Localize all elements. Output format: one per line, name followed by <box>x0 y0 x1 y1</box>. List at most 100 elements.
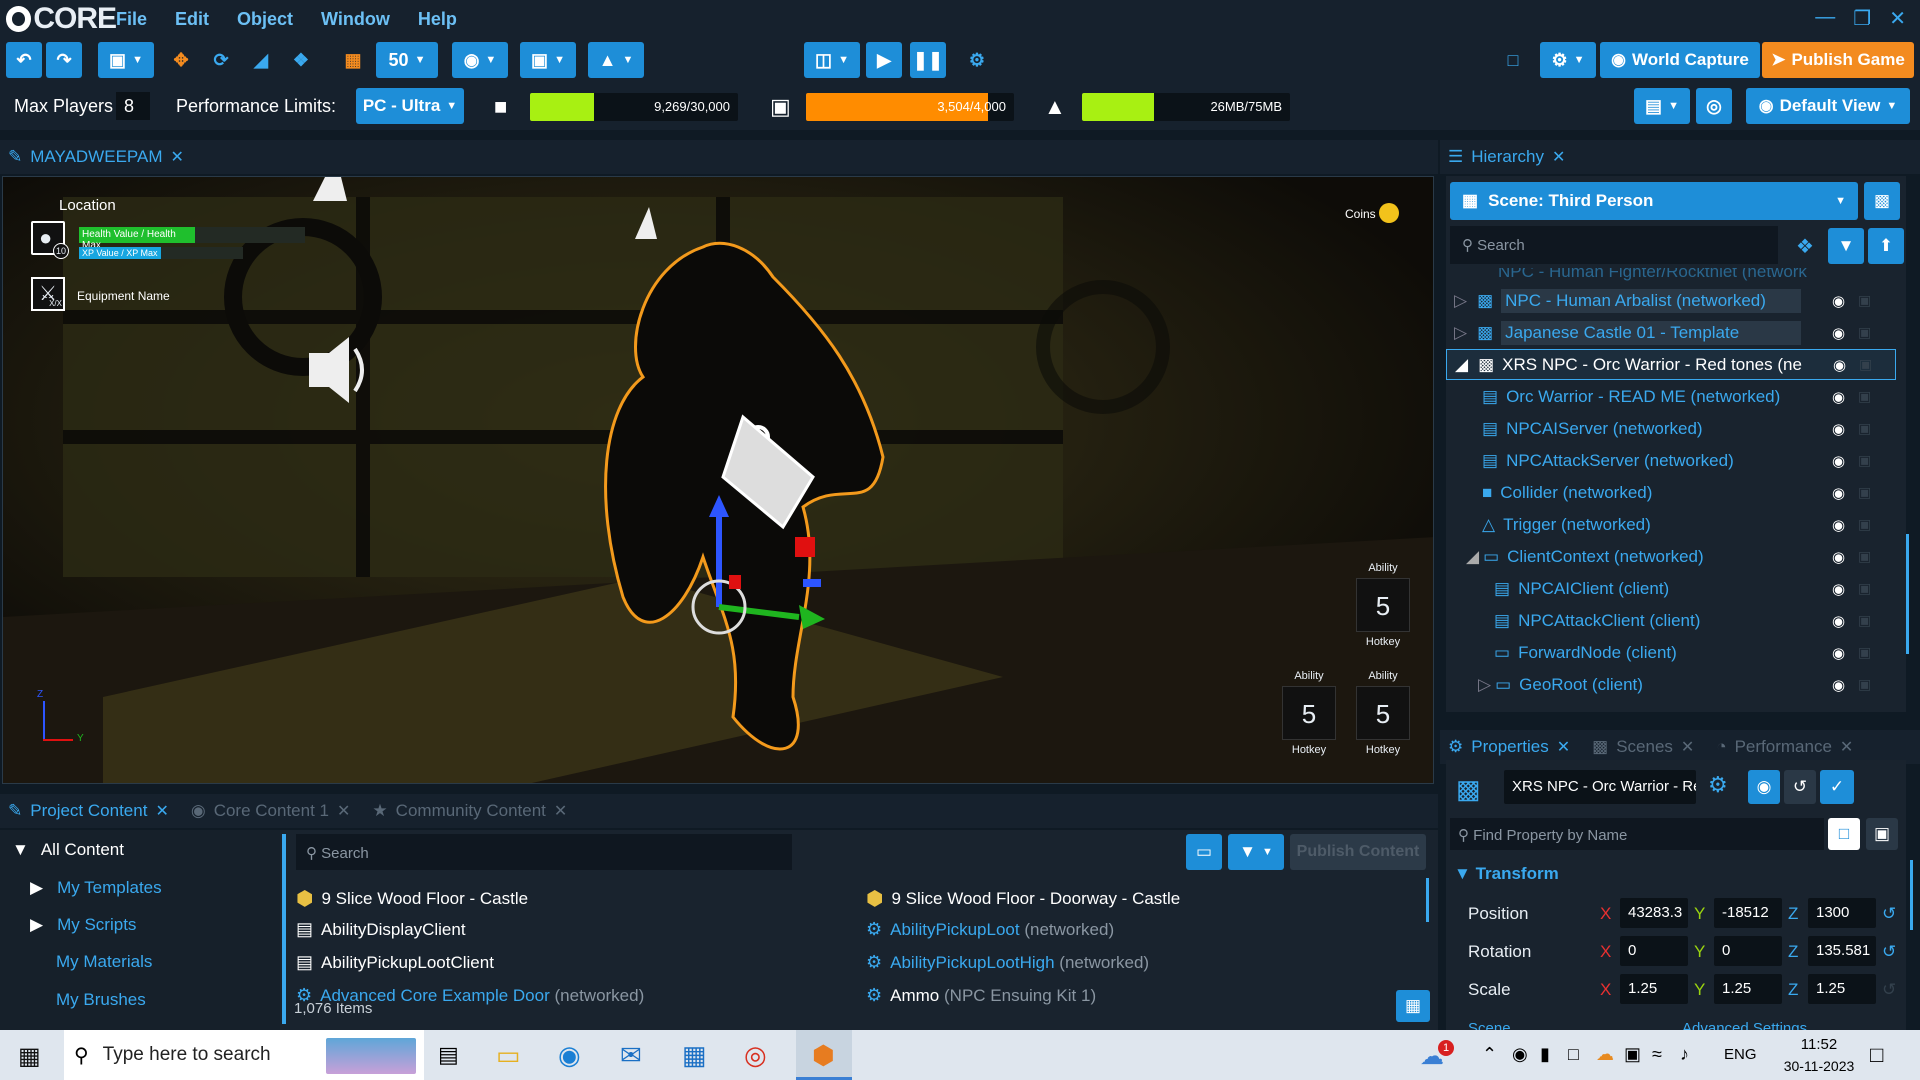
tray-battery-icon[interactable]: ▮ <box>1540 1044 1550 1065</box>
grid-view-button[interactable]: ▦ <box>1396 990 1430 1022</box>
tab-scenes[interactable]: ▩ Scenes ✕ <box>1592 737 1694 757</box>
move-tool-button[interactable]: ✥ <box>164 42 198 78</box>
reset-icon[interactable]: ↺ <box>1882 942 1896 962</box>
visibility-icon[interactable]: ◉ <box>1832 676 1845 694</box>
add-object-icon[interactable]: ❖ <box>1796 234 1814 259</box>
tree-item-my-materials[interactable]: My Materials <box>56 952 152 972</box>
publish-game-button[interactable]: ➤ Publish Game <box>1762 42 1914 78</box>
tree-row[interactable]: ▤ Orc Warrior - READ ME (networked) ◉ ▣ <box>1446 381 1896 412</box>
game-settings-dropdown[interactable]: ⚙ ▼ <box>1540 42 1596 78</box>
restore-icon[interactable]: ❐ <box>1853 6 1871 31</box>
close-tab-icon[interactable]: ✕ <box>1552 147 1565 167</box>
paste-button[interactable]: ▣ <box>1866 818 1898 850</box>
store-icon[interactable]: ▦ <box>682 1040 707 1071</box>
scene-selector-dropdown[interactable]: ▦ Scene: Third Person ▼ <box>1450 182 1858 220</box>
default-view-dropdown[interactable]: ◉ Default View ▼ <box>1746 88 1910 124</box>
selection-mode-button[interactable]: ▣ ▼ <box>98 42 154 78</box>
visibility-icon[interactable]: ◉ <box>1832 516 1845 534</box>
tab-scene-view[interactable]: ✎ MAYADWEEPAM ✕ <box>8 147 184 167</box>
clock-date[interactable]: 30-11-2023 <box>1766 1058 1872 1074</box>
clock-time[interactable]: 11:52 <box>1784 1036 1854 1053</box>
tab-community-content[interactable]: ★ Community Content ✕ <box>372 801 567 821</box>
lock-icon[interactable]: ▣ <box>1858 484 1871 501</box>
hierarchy-search-input[interactable]: ⚲ Search <box>1450 226 1778 264</box>
content-item[interactable]: ⬢ 9 Slice Wood Floor - Doorway - Castle <box>866 886 1180 911</box>
lock-icon[interactable]: ▣ <box>1858 644 1871 661</box>
mail-icon[interactable]: ✉ <box>620 1040 642 1071</box>
tree-row[interactable]: ▭ ForwardNode (client) ◉ ▣ <box>1446 637 1896 668</box>
content-item[interactable]: ⚙ AbilityPickupLootHigh (networked) <box>866 952 1149 973</box>
reset-icon[interactable]: ↺ <box>1882 904 1896 924</box>
hierarchy-scrollbar[interactable] <box>1906 534 1909 654</box>
world-space-dropdown[interactable]: ◉ ▼ <box>452 42 508 78</box>
find-property-input[interactable]: ⚲ Find Property by Name <box>1450 818 1824 850</box>
close-icon[interactable]: ✕ <box>1889 6 1906 31</box>
lock-icon[interactable]: ▣ <box>1858 420 1871 437</box>
language-indicator[interactable]: ENG <box>1724 1046 1757 1063</box>
tree-row[interactable]: ▷ ▩ Japanese Castle 01 - Template ◉ ▣ <box>1446 317 1896 348</box>
content-item[interactable]: ▤ AbilityDisplayClient <box>296 919 466 940</box>
tab-performance[interactable]: ◔ Performance ✕ <box>1716 737 1853 757</box>
scale-y-field[interactable]: 1.25 <box>1714 974 1782 1004</box>
networked-icon[interactable]: ⚙ <box>1708 772 1728 798</box>
visibility-icon[interactable]: ◉ <box>1832 644 1845 662</box>
notification-center-icon[interactable]: □ <box>1870 1042 1883 1068</box>
preview-mode-dropdown[interactable]: ◫ ▼ <box>804 42 860 78</box>
tree-row[interactable]: △ Trigger (networked) ◉ ▣ <box>1446 509 1896 540</box>
content-item[interactable]: ⚙ Ammo (NPC Ensuing Kit 1) <box>866 985 1096 1006</box>
pause-button[interactable]: ❚❚ <box>910 42 946 78</box>
scene-viewport[interactable]: Location ● 10 Health Value / Health Max … <box>2 176 1434 784</box>
tab-core-content[interactable]: ◉ Core Content 1 ✕ <box>191 801 351 821</box>
core-taskbar-button[interactable]: ⬢ <box>796 1030 852 1080</box>
grid-size-dropdown[interactable]: 50 ▼ <box>376 42 438 78</box>
visibility-icon[interactable]: ◉ <box>1832 420 1845 438</box>
edge-icon[interactable]: ◉ <box>558 1040 581 1071</box>
scale-tool-button[interactable]: ◢ <box>244 42 278 78</box>
lock-icon[interactable]: ▣ <box>1858 580 1871 597</box>
expand-arrow-icon[interactable]: ▷ <box>1454 323 1467 343</box>
close-tab-icon[interactable]: ✕ <box>155 801 168 821</box>
close-tab-icon[interactable]: ✕ <box>1840 737 1853 757</box>
tray-device-icon[interactable]: □ <box>1568 1044 1579 1065</box>
show-hidden-icons[interactable]: ⌃ <box>1482 1044 1497 1065</box>
grid-toggle-button[interactable]: ▦ <box>336 42 370 78</box>
visibility-icon[interactable]: ◉ <box>1832 612 1845 630</box>
redo-button[interactable]: ↷ <box>46 42 82 78</box>
tree-splitter[interactable] <box>282 834 286 1024</box>
screenshot-button[interactable]: □ <box>1496 42 1530 78</box>
properties-scrollbar[interactable] <box>1910 860 1913 930</box>
tray-display-icon[interactable]: ▣ <box>1624 1044 1641 1065</box>
terrain-dropdown[interactable]: ▲ ▼ <box>588 42 644 78</box>
lock-icon[interactable]: ▣ <box>1858 612 1871 629</box>
tray-antivirus-icon[interactable]: ◉ <box>1512 1044 1528 1065</box>
volume-icon[interactable]: ♪ <box>1680 1044 1689 1065</box>
wifi-icon[interactable]: ≈ <box>1652 1044 1662 1065</box>
content-scrollbar[interactable] <box>1426 878 1429 922</box>
world-capture-button[interactable]: ◉ World Capture <box>1600 42 1760 78</box>
taskbar-search-box[interactable]: ⚲ Type here to search <box>64 1030 424 1080</box>
scale-x-field[interactable]: 1.25 <box>1620 974 1688 1004</box>
expand-arrow-icon[interactable]: ▷ <box>1454 291 1467 311</box>
close-tab-icon[interactable]: ✕ <box>337 801 350 821</box>
revert-button[interactable]: ↺ <box>1784 770 1816 804</box>
file-explorer-icon[interactable]: ▭ <box>496 1040 521 1071</box>
visibility-icon[interactable]: ◉ <box>1832 548 1845 566</box>
tab-properties[interactable]: ⚙ Properties ✕ <box>1448 737 1570 757</box>
tree-row[interactable]: ▤ NPCAttackClient (client) ◉ ▣ <box>1446 605 1896 636</box>
tree-row[interactable]: ▤ NPCAIServer (networked) ◉ ▣ <box>1446 413 1896 444</box>
tree-item-my-scripts[interactable]: ▶ My Scripts <box>30 915 136 935</box>
position-z-field[interactable]: 1300 <box>1808 898 1876 928</box>
content-filter-button[interactable]: ▼ ▼ <box>1228 834 1284 870</box>
lock-icon[interactable]: ▣ <box>1858 292 1871 309</box>
content-item[interactable]: ▤ AbilityPickupLootClient <box>296 952 494 973</box>
rotation-y-field[interactable]: 0 <box>1714 936 1782 966</box>
tree-row[interactable]: ■ Collider (networked) ◉ ▣ <box>1446 477 1896 508</box>
expand-arrow-icon[interactable]: ▷ <box>1478 675 1491 695</box>
tree-item-my-templates[interactable]: ▶ My Templates <box>30 878 162 898</box>
menu-object[interactable]: Object <box>237 9 293 30</box>
visibility-icon[interactable]: ◉ <box>1832 484 1845 502</box>
tree-row[interactable]: ▷ ▭ GeoRoot (client) ◉ ▣ <box>1446 669 1896 700</box>
transform-section-header[interactable]: ▼ Transform <box>1454 864 1559 884</box>
template-link-button[interactable]: ◉ <box>1748 770 1780 804</box>
content-search-input[interactable]: ⚲ Search <box>296 834 792 870</box>
